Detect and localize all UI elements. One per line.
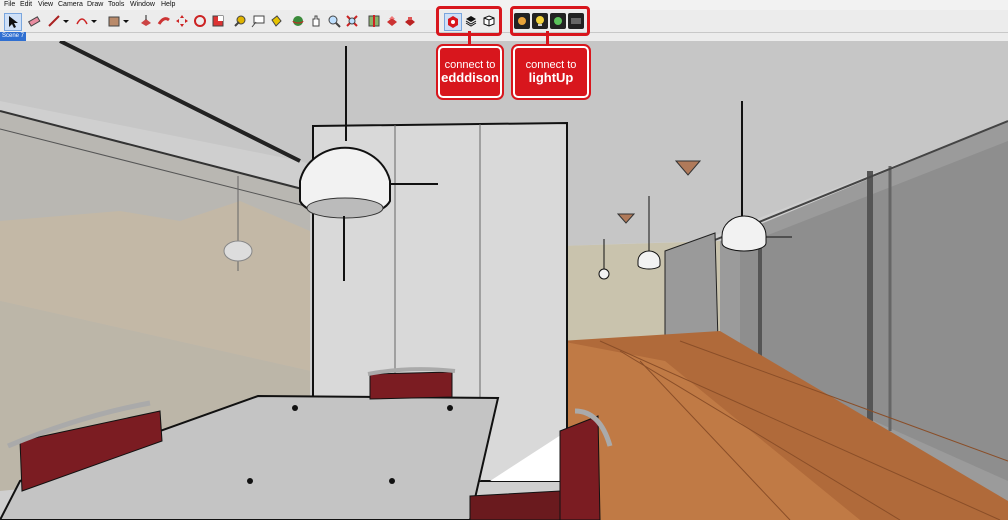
3d-viewport[interactable] <box>0 41 1008 520</box>
rotate-icon[interactable] <box>192 13 208 29</box>
menu-draw[interactable]: Draw <box>87 0 103 10</box>
menu-tools[interactable]: Tools <box>108 0 124 10</box>
pan-icon[interactable] <box>308 13 324 29</box>
text-icon[interactable] <box>250 13 266 29</box>
orbit-icon[interactable] <box>290 13 306 29</box>
pencil-icon[interactable] <box>46 13 62 29</box>
eraser-icon[interactable] <box>26 13 42 29</box>
dropdown-arrow-icon[interactable] <box>122 13 130 29</box>
component-icon[interactable] <box>384 13 400 29</box>
callout-title: lightUp <box>528 70 574 85</box>
lightup-toolbar-highlight <box>510 6 590 36</box>
move-icon[interactable] <box>174 13 190 29</box>
menu-help[interactable]: Help <box>161 0 175 10</box>
menu-view[interactable]: View <box>38 0 53 10</box>
rectangle-icon[interactable] <box>106 13 122 29</box>
callout-title: edddison <box>441 70 499 85</box>
menu-camera[interactable]: Camera <box>58 0 83 10</box>
scene-tab[interactable]: Scene 7 <box>0 32 26 41</box>
dropdown-arrow-icon[interactable] <box>62 13 70 29</box>
lightup-callout-connector <box>546 31 549 45</box>
push-pull-icon[interactable] <box>138 13 154 29</box>
arc-icon[interactable] <box>74 13 90 29</box>
warehouse-icon[interactable] <box>402 13 418 29</box>
section-icon[interactable] <box>366 13 382 29</box>
menu-window[interactable]: Window <box>130 0 155 10</box>
toolbar <box>0 10 1008 33</box>
edddison-callout: connect to edddison <box>436 44 504 100</box>
dropdown-arrow-icon[interactable] <box>90 13 98 29</box>
tape-measure-icon[interactable] <box>232 13 248 29</box>
zoom-extents-icon[interactable] <box>344 13 360 29</box>
edddison-callout-connector <box>468 31 471 45</box>
follow-me-icon[interactable] <box>156 13 172 29</box>
paint-bucket-icon[interactable] <box>268 13 284 29</box>
zoom-icon[interactable] <box>326 13 342 29</box>
menu-file[interactable]: File <box>4 0 15 10</box>
lightup-callout: connect to lightUp <box>511 44 591 100</box>
scale-icon[interactable] <box>210 13 226 29</box>
select-arrow-icon[interactable] <box>4 13 22 31</box>
menu-bar: File Edit View Camera Draw Tools Window … <box>0 0 1008 10</box>
menu-edit[interactable]: Edit <box>20 0 32 10</box>
